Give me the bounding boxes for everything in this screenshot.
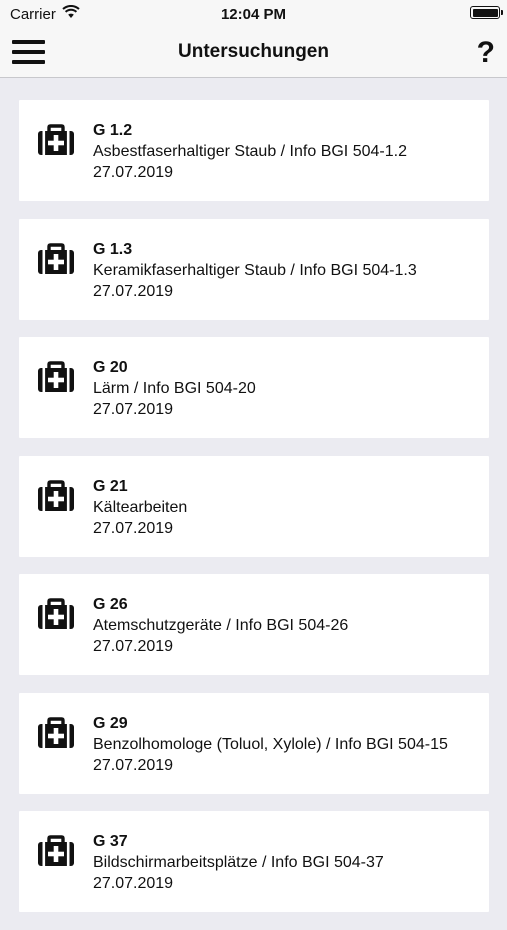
item-date: 27.07.2019 — [93, 519, 174, 537]
item-code: G 37 — [93, 833, 128, 850]
item-date: 27.07.2019 — [93, 756, 174, 774]
list-item[interactable]: G 1.2 Asbestfaserhaltiger Staub / Info B… — [19, 100, 489, 201]
item-description: Benzolhomologe (Toluol, Xylole) / Info B… — [93, 735, 448, 753]
item-date: 27.07.2019 — [93, 875, 174, 892]
help-icon[interactable]: ? — [477, 36, 495, 70]
list-item[interactable]: G 21 Kältearbeiten 27.07.2019 — [19, 455, 489, 557]
item-date: 27.07.2019 — [93, 401, 174, 418]
first-aid-kit-icon — [38, 716, 74, 748]
menu-icon[interactable] — [12, 38, 46, 68]
item-description: Kältearbeiten — [93, 498, 188, 516]
clock: 12:04 PM — [220, 6, 287, 23]
examination-list: G 1.2 Asbestfaserhaltiger Staub / Info B… — [19, 100, 489, 930]
item-description: Lärm / Info BGI 504-20 — [93, 380, 256, 397]
item-description: Bildschirmarbeitsplätze / Info BGI 504-3… — [93, 854, 384, 871]
item-date: 27.07.2019 — [93, 638, 174, 655]
item-description: Keramikfaserhaltiger Staub / Info BGI 50… — [93, 261, 417, 279]
item-code: G 1.2 — [93, 122, 133, 139]
first-aid-kit-icon — [38, 479, 74, 511]
item-code: G 21 — [93, 477, 128, 495]
item-description: Atemschutzgeräte / Info BGI 504-26 — [93, 617, 349, 634]
status-bar: Carrier 12:04 PM — [0, 0, 507, 28]
list-item[interactable]: G 1.3 Keramikfaserhaltiger Staub / Info … — [19, 218, 489, 320]
list-item[interactable]: G 37 Bildschirmarbeitsplätze / Info BGI … — [19, 811, 489, 912]
item-date: 27.07.2019 — [93, 164, 174, 181]
first-aid-kit-icon — [38, 598, 74, 629]
page-title: Untersuchungen — [178, 41, 329, 62]
navigation-bar: Untersuchungen ? — [0, 28, 507, 78]
item-description: Asbestfaserhaltiger Staub / Info BGI 504… — [93, 143, 407, 160]
list-item[interactable]: G 20 Lärm / Info BGI 504-20 27.07.2019 — [19, 337, 489, 438]
first-aid-kit-icon — [38, 835, 74, 866]
item-code: G 20 — [93, 359, 128, 376]
battery-icon — [470, 6, 503, 19]
item-code: G 29 — [93, 714, 128, 732]
list-item[interactable]: G 29 Benzolhomologe (Toluol, Xylole) / I… — [19, 692, 489, 794]
first-aid-kit-icon — [38, 124, 74, 155]
first-aid-kit-icon — [38, 242, 74, 274]
first-aid-kit-icon — [38, 361, 74, 392]
list-item[interactable]: G 26 Atemschutzgeräte / Info BGI 504-26 … — [19, 574, 489, 675]
item-code: G 26 — [93, 596, 128, 613]
item-date: 27.07.2019 — [93, 282, 174, 300]
item-code: G 1.3 — [93, 240, 133, 258]
